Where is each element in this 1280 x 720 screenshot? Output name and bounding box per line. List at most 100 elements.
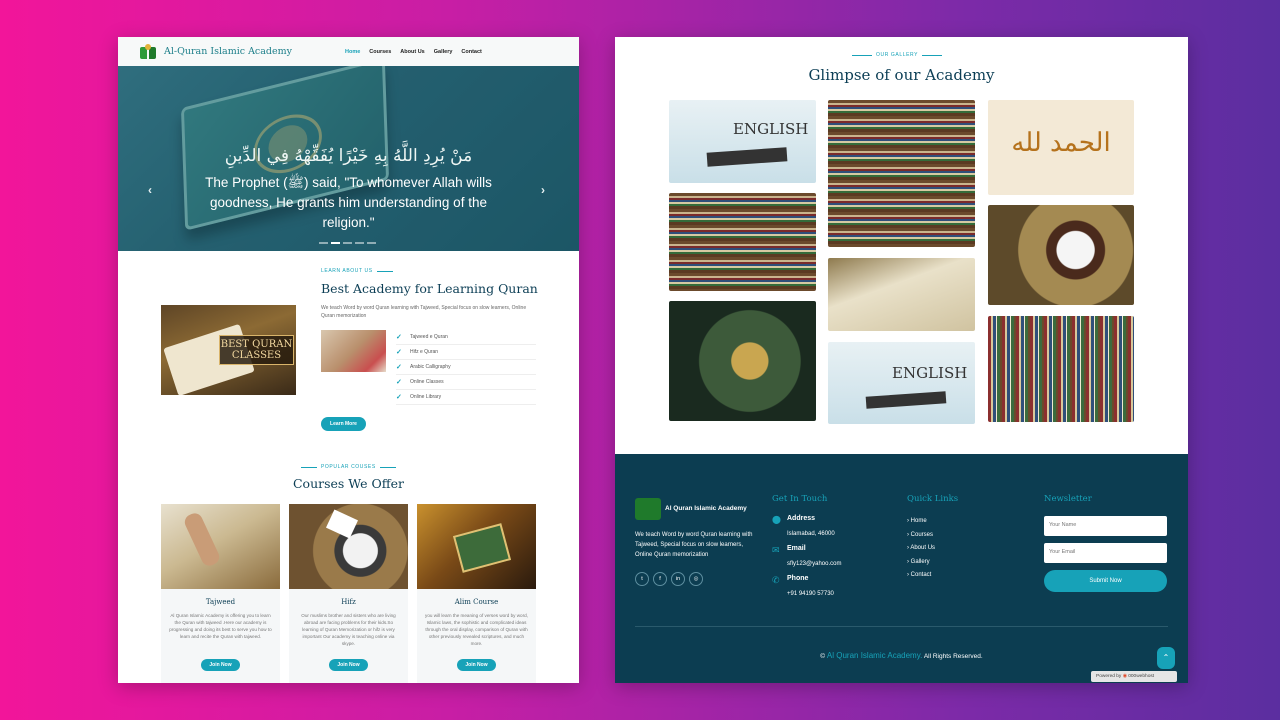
address-label: Address bbox=[787, 515, 816, 522]
nav-courses[interactable]: Courses bbox=[369, 49, 391, 55]
phone-label: Phone bbox=[787, 575, 809, 582]
quick-link-courses[interactable]: › Courses bbox=[907, 532, 935, 546]
footer-divider bbox=[635, 626, 1168, 627]
submit-now-button[interactable]: Submit Now bbox=[1044, 570, 1167, 592]
gallery-image-bookshelf[interactable] bbox=[828, 100, 975, 247]
join-now-button[interactable]: Join Now bbox=[457, 659, 496, 671]
gallery-image-library[interactable] bbox=[669, 193, 816, 291]
gallery-image-child-reading[interactable] bbox=[988, 205, 1134, 305]
courses-eyebrow-text: POPULAR COUSES bbox=[321, 464, 376, 470]
image-sign-line1: BEST QURAN bbox=[220, 339, 293, 350]
about-eyebrow: LEARN ABOUT US bbox=[321, 268, 393, 274]
facebook-icon[interactable]: f bbox=[653, 572, 667, 586]
newsletter-name-input[interactable]: Your Name bbox=[1044, 516, 1167, 536]
host-logo-icon: ◉ bbox=[1122, 674, 1127, 679]
course-description: you will learn the meaning of verses wor… bbox=[425, 613, 528, 646]
list-item-label: Hifz e Quran bbox=[410, 349, 439, 355]
course-card-hifz: Hifz Our muslims brother and sisters who… bbox=[289, 504, 408, 683]
gallery-image-english[interactable]: ENGLISH bbox=[669, 100, 816, 183]
about-eyebrow-text: LEARN ABOUT US bbox=[321, 268, 373, 274]
list-item-label: Online Classes bbox=[410, 379, 444, 385]
powered-by-text: Powered by bbox=[1096, 674, 1122, 679]
about-title: Best Academy for Learning Quran bbox=[321, 281, 538, 296]
gallery-image-calligraphy[interactable]: الحمد لله bbox=[988, 100, 1134, 195]
newsletter-email-input[interactable]: Your Email bbox=[1044, 543, 1167, 563]
slider-prev-icon[interactable]: ‹ bbox=[148, 183, 152, 197]
footer-logo-icon[interactable] bbox=[635, 498, 661, 520]
list-item: ✓ Arabic Calligraphy bbox=[396, 360, 536, 375]
slider-dot[interactable] bbox=[355, 242, 364, 244]
nav-contact[interactable]: Contact bbox=[461, 49, 481, 55]
gallery-image-library-2[interactable] bbox=[988, 316, 1134, 422]
gallery-image-quran-cover[interactable] bbox=[669, 301, 816, 421]
host-badge[interactable]: Powered by ◉ 000webhost bbox=[1091, 671, 1177, 682]
phone-value[interactable]: +91 94190 57730 bbox=[787, 591, 834, 597]
check-icon: ✓ bbox=[396, 364, 402, 371]
course-card-alim: Alim Course you will learn the meaning o… bbox=[417, 504, 536, 683]
footer-brand[interactable]: Al Quran Islamic Academy bbox=[665, 505, 747, 512]
courses-title: Courses We Offer bbox=[292, 476, 405, 491]
list-item-label: Online Library bbox=[410, 394, 442, 400]
gallery-image-reading-hand[interactable] bbox=[828, 258, 975, 331]
address-value: Islamabad, 46000 bbox=[787, 531, 835, 537]
image-sign-line2: CLASSES bbox=[231, 350, 282, 361]
quick-link-label: Contact bbox=[910, 572, 932, 578]
quick-link-home[interactable]: › Home bbox=[907, 518, 935, 532]
email-icon: ✉ bbox=[772, 545, 780, 555]
check-icon: ✓ bbox=[396, 379, 402, 386]
list-item: ✓ Tajweed e Quran bbox=[396, 330, 536, 345]
calligraphy-text: الحمد لله bbox=[1011, 128, 1111, 158]
quick-link-about[interactable]: › About Us bbox=[907, 545, 935, 559]
homepage-screenshot-right: OUR GALLERY Glimpse of our Academy ENGLI… bbox=[615, 37, 1188, 683]
brand-name[interactable]: Al-Quran Islamic Academy bbox=[164, 46, 292, 57]
nav-home[interactable]: Home bbox=[345, 49, 360, 55]
course-title: Tajweed bbox=[205, 598, 236, 606]
about-text: We teach Word by word Quran learning wit… bbox=[321, 305, 527, 319]
alim-course-image bbox=[417, 504, 536, 589]
check-icon: ✓ bbox=[396, 394, 402, 401]
linkedin-icon[interactable]: in bbox=[671, 572, 685, 586]
learn-more-button[interactable]: Learn More bbox=[321, 417, 366, 431]
newsletter-heading: Newsletter bbox=[1044, 494, 1092, 504]
nav-about[interactable]: About Us bbox=[400, 49, 424, 55]
slider-dot[interactable] bbox=[367, 242, 376, 244]
join-now-button[interactable]: Join Now bbox=[329, 659, 368, 671]
list-item-label: Tajweed e Quran bbox=[410, 334, 448, 340]
copyright-name[interactable]: Al Quran Islamic Academy. bbox=[827, 651, 922, 660]
feature-checklist: ✓ Tajweed e Quran ✓ Hifz e Quran ✓ Arabic C… bbox=[396, 330, 536, 405]
copyright-rest: All Rights Reserved. bbox=[923, 653, 983, 660]
email-value[interactable]: sfly123@yahoo.com bbox=[787, 561, 841, 567]
slider-dot[interactable] bbox=[343, 242, 352, 244]
slider-dot-active[interactable] bbox=[331, 242, 340, 244]
course-description: Al Quran Islamic Academy is offering you… bbox=[169, 613, 272, 639]
gallery-image-english-2[interactable]: ENGLISH bbox=[828, 342, 975, 424]
courses-eyebrow: POPULAR COUSES bbox=[301, 464, 396, 470]
slider-dot[interactable] bbox=[319, 242, 328, 244]
slider-next-icon[interactable]: › bbox=[541, 183, 545, 197]
course-description: Our muslims brother and sisters who are … bbox=[301, 613, 396, 646]
gallery-eyebrow-text: OUR GALLERY bbox=[876, 52, 919, 58]
twitter-icon[interactable]: t bbox=[635, 572, 649, 586]
quick-link-label: About Us bbox=[910, 545, 936, 551]
check-icon: ✓ bbox=[396, 334, 402, 341]
social-links: t f in ◎ bbox=[635, 567, 707, 586]
hero-arabic-verse: مَنْ يُرِدِ اللَّهُ بِهِ خَيْرًا يُفَقِّ… bbox=[224, 146, 473, 166]
academy-logo-icon[interactable] bbox=[140, 43, 156, 60]
homepage-screenshot-left: Al-Quran Islamic Academy Home Courses Ab… bbox=[118, 37, 579, 683]
site-footer: Al Quran Islamic Academy We teach Word b… bbox=[615, 454, 1188, 683]
quick-link-label: Courses bbox=[910, 531, 934, 538]
nav-gallery[interactable]: Gallery bbox=[434, 49, 453, 55]
email-label: Email bbox=[787, 545, 806, 552]
quick-link-gallery[interactable]: › Gallery bbox=[907, 559, 935, 573]
quick-links-heading: Quick Links bbox=[907, 494, 959, 504]
instagram-icon[interactable]: ◎ bbox=[689, 572, 703, 586]
quick-link-contact[interactable]: › Contact bbox=[907, 572, 935, 586]
slider-indicators bbox=[319, 242, 376, 244]
join-now-button[interactable]: Join Now bbox=[201, 659, 240, 671]
check-icon: ✓ bbox=[396, 349, 402, 356]
back-to-top-icon[interactable]: ⌃ bbox=[1157, 647, 1175, 669]
copyright-symbol: © bbox=[820, 653, 826, 660]
gallery-eyebrow: OUR GALLERY bbox=[852, 52, 943, 58]
tajweed-course-image bbox=[161, 504, 280, 589]
list-item-label: Arabic Calligraphy bbox=[410, 364, 451, 370]
